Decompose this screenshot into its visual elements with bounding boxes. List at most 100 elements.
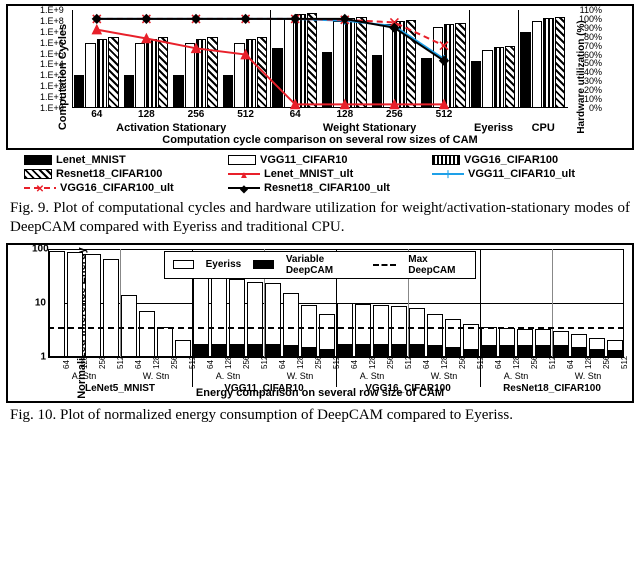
fig10-rowlabel: 128	[512, 355, 521, 368]
fig9-legend-item: Resnet18_CIFAR100	[24, 168, 220, 180]
fig10-rowlabel: 512	[548, 355, 557, 368]
fig9-legend-item: ▲Lenet_MNIST_ult	[228, 168, 424, 180]
fig10-bar-variable	[265, 344, 281, 356]
fig10-chart: Normalized Inference Energy 110100 64128…	[6, 243, 634, 403]
fig9-bar	[421, 58, 431, 108]
fig9-xlabel: Computation cycle comparison on several …	[8, 134, 632, 146]
fig10-rowlabel: 512	[116, 355, 125, 368]
fig9-bar	[372, 55, 382, 108]
fig10-rowlabel: 512	[260, 355, 269, 368]
fig10-bar-variable	[247, 344, 263, 356]
fig9-bar	[455, 23, 465, 108]
fig9-bar	[406, 20, 416, 108]
legend-line-icon: ▲	[228, 168, 260, 180]
fig10-rowlabel: 256	[242, 355, 251, 368]
fig10-rowlabel: 128	[368, 355, 377, 368]
fig9-bar	[207, 37, 217, 108]
fig10-rowlabel: 256	[170, 355, 179, 368]
legend-label: VGG11_CIFAR10_ult	[468, 168, 575, 180]
fig10-max-deepcam-line	[48, 327, 624, 329]
fig10-bar-eyeriss	[67, 252, 83, 356]
legend-label: Max DeepCAM	[408, 254, 467, 276]
fig9-ytick-right: 50%	[572, 58, 602, 68]
fig10-bar-eyeriss	[103, 259, 119, 357]
fig10-ytick: 10	[32, 297, 46, 308]
fig10-rowlabel: 64	[278, 360, 287, 369]
legend-label: Resnet18_CIFAR100_ult	[264, 182, 390, 194]
fig9-ytick-right: 70%	[572, 41, 602, 51]
fig9-legend-item: VGG16_CIFAR100	[432, 154, 628, 166]
fig9-bar	[173, 75, 183, 108]
fig10-bar-variable	[355, 344, 371, 356]
fig10-bar-eyeriss	[157, 327, 173, 356]
legend-label: VGG16_CIFAR100_ult	[60, 182, 174, 194]
fig10-rowlabel: 64	[422, 360, 431, 369]
fig9-bar	[135, 43, 145, 108]
legend-label: VGG16_CIFAR100	[464, 154, 558, 166]
legend-label: VGG11_CIFAR10	[260, 154, 347, 166]
fig9-bar	[124, 75, 134, 108]
fig9-bar	[333, 21, 343, 108]
fig10-bar-variable	[481, 345, 497, 356]
fig9-ytick-left: 1.E+8	[40, 16, 64, 26]
fig9-bar	[272, 48, 282, 108]
fig9-bar	[234, 43, 244, 108]
fig9-legend-item: ✕ VGG16_CIFAR100_ult	[24, 182, 220, 194]
fig9-chart: Computation Cycles Hardware utilization …	[6, 4, 634, 150]
fig9-subcat: 128	[320, 109, 370, 120]
fig9-bar	[196, 39, 206, 108]
fig9-legend-item: ◆ Resnet18_CIFAR100_ult	[228, 182, 424, 194]
fig9-subcat: 512	[419, 109, 469, 120]
fig9-ytick-right: 80%	[572, 32, 602, 42]
fig9-bar	[185, 43, 195, 108]
fig9-bar	[223, 75, 233, 108]
legend-swatch-icon	[173, 260, 194, 269]
fig9-legend-item: Lenet_MNIST	[24, 154, 220, 166]
fig9-bar	[532, 21, 542, 108]
fig10-bar-variable	[193, 344, 209, 356]
fig10-bar-variable	[337, 344, 353, 356]
fig10-modelabel: W. Stn	[120, 371, 192, 381]
fig10-bar-variable	[229, 344, 245, 356]
fig9-subcat: 128	[122, 109, 172, 120]
fig9-ytick-right: 10%	[572, 94, 602, 104]
legend-swatch-icon	[432, 155, 460, 165]
fig9-ytick-right: 40%	[572, 67, 602, 77]
fig10-caption: Fig. 10. Plot of normalized energy consu…	[6, 403, 634, 425]
fig9-bigcat: Weight Stationary	[270, 122, 468, 134]
fig9-ytick-right: 110%	[572, 5, 602, 15]
fig10-modelabel: W. Stn	[552, 371, 624, 381]
fig10-bar-variable	[553, 345, 569, 356]
fig9-bar	[295, 14, 305, 108]
svg-text:◆: ◆	[239, 184, 248, 194]
fig10-rowlabel: 256	[98, 355, 107, 368]
svg-text:＋: ＋	[443, 169, 453, 180]
fig10-rowlabel: 128	[80, 355, 89, 368]
fig9-bar	[555, 17, 565, 108]
fig9-bar	[257, 37, 267, 108]
fig9-bigcat: Activation Stationary	[72, 122, 270, 134]
legend-line-icon: ✕	[24, 182, 56, 194]
fig9-bar	[383, 24, 393, 108]
fig9-subcat: 64	[72, 109, 122, 120]
fig9-bar	[471, 61, 481, 108]
fig9-ytick-left: 1.E+6	[40, 38, 64, 48]
fig9-ytick-left: 1.E+4	[40, 59, 64, 69]
fig9-ytick-left: 1.E+5	[40, 49, 64, 59]
fig10-bar-variable	[391, 344, 407, 356]
fig9-bar	[505, 46, 515, 108]
fig9-bar	[158, 37, 168, 108]
fig9-bar	[146, 39, 156, 108]
fig10-modelabel: W. Stn	[264, 371, 336, 381]
fig10-rowlabel: 64	[134, 360, 143, 369]
fig9-bar	[307, 13, 317, 108]
fig10-rowlabel: 128	[296, 355, 305, 368]
fig9-subcat: 64	[270, 109, 320, 120]
fig9-bar	[322, 52, 332, 108]
legend-label: Eyeriss	[206, 259, 242, 270]
fig10-ytick: 1	[32, 351, 46, 362]
legend-swatch-icon	[24, 155, 52, 165]
fig10-bar-eyeriss	[121, 295, 137, 357]
legend-label: Resnet18_CIFAR100	[56, 168, 162, 180]
fig10-bar-variable	[211, 344, 227, 356]
